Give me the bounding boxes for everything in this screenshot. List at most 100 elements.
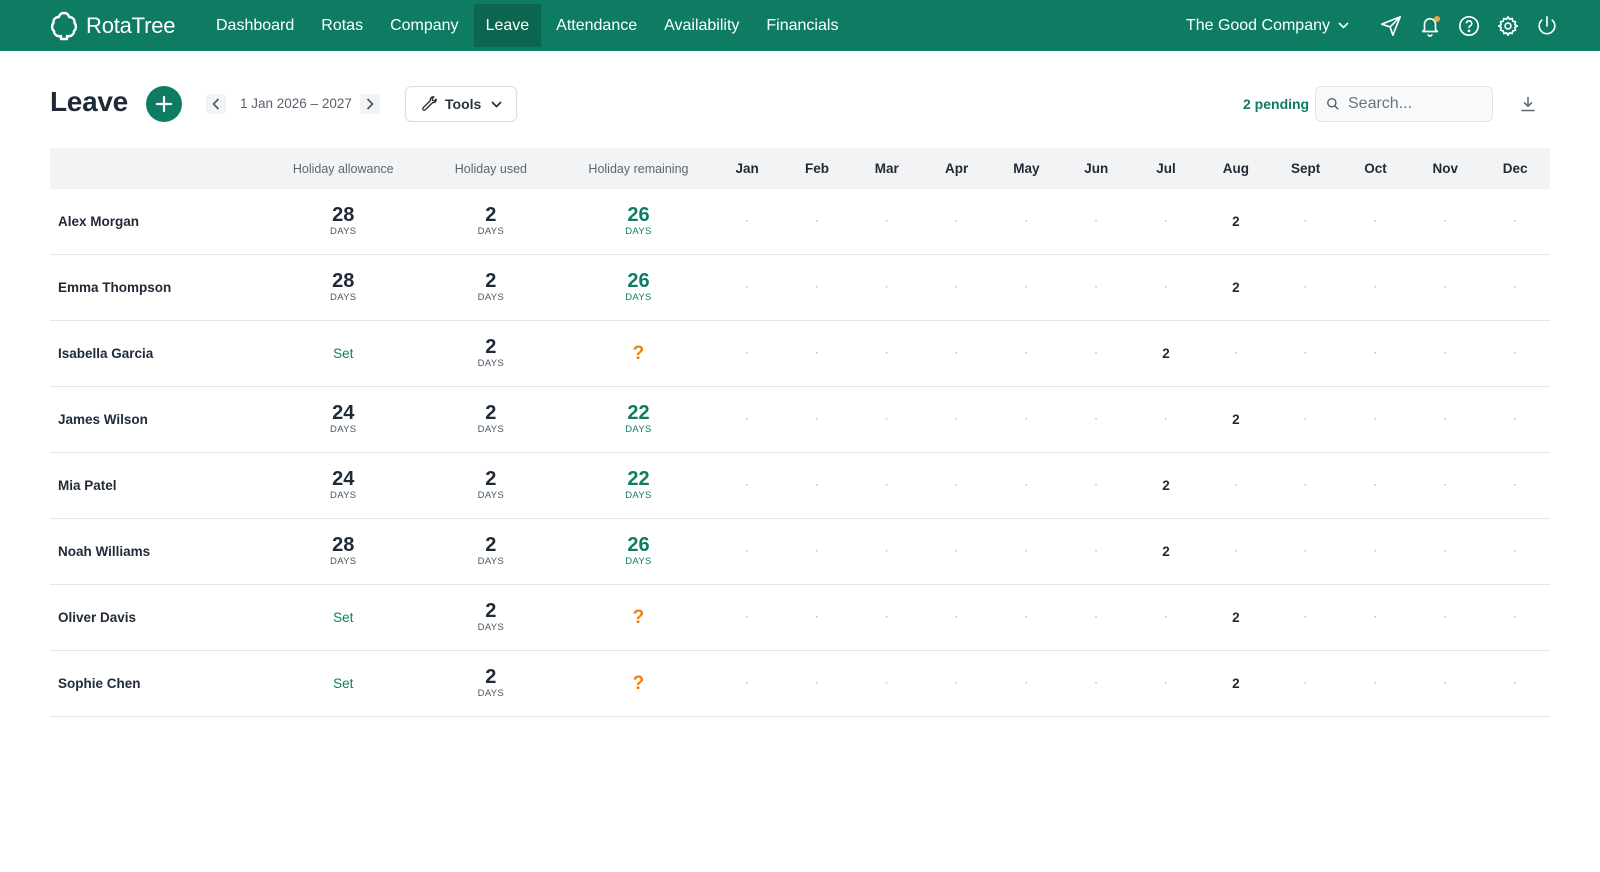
month-cell: ·: [745, 612, 749, 623]
header-month: Mar: [874, 161, 899, 176]
nav-leave[interactable]: Leave: [473, 4, 542, 47]
month-cell: ·: [1373, 348, 1378, 359]
table-row[interactable]: Sophie Chen Set 2 DAYS? · · · · · · · 2 · · · ·: [50, 651, 1550, 717]
month-cell: ·: [954, 480, 959, 491]
month-cell: ·: [1094, 414, 1098, 425]
employee-name[interactable]: Alex Morgan: [50, 214, 269, 229]
holiday-used-cell: 2 DAYS: [417, 535, 565, 568]
set-allowance-link[interactable]: Set: [333, 346, 353, 361]
employee-name[interactable]: Noah Williams: [50, 544, 269, 559]
previous-period-button[interactable]: [206, 94, 226, 114]
month-cell: ·: [1373, 546, 1378, 557]
month-cell: ·: [954, 282, 959, 293]
month-cell: ·: [1234, 348, 1238, 359]
holiday-used-cell: 2 DAYS: [417, 601, 565, 634]
tree-logo-icon: [50, 11, 78, 40]
holiday-used-value: 2: [485, 600, 497, 622]
days-unit: DAYS: [477, 358, 505, 369]
holiday-used-value: 2: [485, 336, 497, 358]
table-row[interactable]: Noah Williams 28 DAYS 2 DAYS 26 DAYS · · · · · · 2 · · ·…: [50, 519, 1550, 585]
month-cell[interactable]: 2: [1201, 280, 1271, 295]
holiday-used-cell: 2 DAYS: [417, 337, 565, 370]
nav-financials[interactable]: Financials: [754, 4, 850, 47]
employee-name[interactable]: Oliver Davis: [50, 610, 269, 625]
month-cell[interactable]: 2: [1201, 214, 1271, 229]
set-allowance-link[interactable]: Set: [333, 610, 353, 625]
month-cell: ·: [1443, 348, 1447, 359]
month-cell: ·: [1304, 414, 1308, 425]
employee-name[interactable]: Isabella Garcia: [50, 346, 269, 361]
table-row[interactable]: Emma Thompson 28 DAYS 2 DAYS 26 DAYS · · · · · · · 2 · ·…: [50, 255, 1550, 321]
holiday-used-value: 2: [485, 468, 497, 490]
days-unit: DAYS: [330, 226, 357, 237]
send-message-button[interactable]: [1371, 6, 1410, 45]
month-cell[interactable]: 2: [1131, 478, 1201, 493]
month-cell[interactable]: 2: [1201, 412, 1271, 427]
nav-attendance[interactable]: Attendance: [544, 4, 649, 47]
set-allowance-link[interactable]: Set: [333, 676, 353, 691]
days-unit: DAYS: [330, 490, 357, 501]
month-cell: ·: [954, 678, 959, 689]
month-cell: ·: [954, 414, 959, 425]
leave-table: Holiday allowance Holiday used Holiday r…: [50, 148, 1550, 717]
table-row[interactable]: Isabella Garcia Set 2 DAYS? · · · · · · 2 · · · · ·: [50, 321, 1550, 387]
holiday-used-cell: 2 DAYS: [417, 271, 565, 304]
month-cell: ·: [815, 348, 819, 359]
month-cell: ·: [1304, 282, 1308, 293]
month-cell: ·: [1024, 216, 1029, 227]
brand-logo[interactable]: RotaTree: [50, 11, 200, 41]
pending-requests-link[interactable]: 2 pending: [1243, 96, 1309, 112]
next-period-button[interactable]: [360, 94, 380, 114]
nav-rotas[interactable]: Rotas: [309, 4, 375, 47]
holiday-allowance-value: 24: [332, 402, 355, 424]
month-cell: ·: [1094, 612, 1098, 623]
table-row[interactable]: Alex Morgan 28 DAYS 2 DAYS 26 DAYS · · · · · · · 2 · · · ·: [50, 189, 1550, 255]
top-right-actions: The Good Company: [1186, 0, 1566, 51]
settings-button[interactable]: [1488, 6, 1527, 45]
table-row[interactable]: Oliver Davis Set 2 DAYS? · · · · · · · 2 · · · ·: [50, 585, 1550, 651]
add-leave-button[interactable]: [146, 86, 182, 122]
table-row[interactable]: James Wilson 24 DAYS 2 DAYS 22 DAYS · · · · · · · 2 · · ·…: [50, 387, 1550, 453]
holiday-remaining-value: 26: [627, 270, 650, 292]
holiday-used-cell: 2 DAYS: [417, 469, 565, 502]
logout-button[interactable]: [1527, 6, 1566, 45]
month-cell: ·: [1164, 414, 1168, 425]
header-month: Apr: [944, 161, 969, 176]
holiday-remaining-value: 26: [627, 534, 650, 556]
month-cell[interactable]: 2: [1131, 346, 1201, 361]
employee-name[interactable]: Sophie Chen: [50, 676, 269, 691]
month-cell: ·: [1024, 282, 1029, 293]
help-button[interactable]: [1449, 6, 1488, 45]
top-navigation-bar: RotaTree Dashboard Rotas Company Leave A…: [0, 0, 1600, 51]
company-switcher[interactable]: The Good Company: [1186, 17, 1349, 35]
notification-dot: [1434, 16, 1440, 22]
month-cell[interactable]: 2: [1201, 610, 1271, 625]
month-cell: ·: [1373, 678, 1378, 689]
month-cell: ·: [1304, 348, 1308, 359]
employee-name[interactable]: James Wilson: [50, 412, 269, 427]
days-unit: DAYS: [477, 292, 505, 303]
employee-name[interactable]: Mia Patel: [50, 478, 269, 493]
download-button[interactable]: [1518, 94, 1538, 114]
tools-dropdown-button[interactable]: Tools: [405, 86, 517, 122]
unknown-remaining-indicator: ?: [632, 606, 645, 628]
nav-availability[interactable]: Availability: [652, 4, 751, 47]
month-cell[interactable]: 2: [1131, 544, 1201, 559]
month-cell: ·: [885, 282, 889, 293]
notifications-button[interactable]: [1410, 6, 1449, 45]
month-cell: ·: [954, 546, 959, 557]
table-row[interactable]: Mia Patel 24 DAYS 2 DAYS 22 DAYS · · · · · · 2 · · · · ·: [50, 453, 1550, 519]
holiday-remaining-cell: 26 DAYS: [565, 271, 713, 304]
month-cell: ·: [954, 216, 959, 227]
month-cell: ·: [1024, 414, 1029, 425]
month-cell: ·: [1024, 612, 1029, 623]
employee-name[interactable]: Emma Thompson: [50, 280, 269, 295]
nav-dashboard[interactable]: Dashboard: [204, 4, 306, 47]
unknown-remaining-indicator: ?: [632, 672, 645, 694]
nav-company[interactable]: Company: [378, 4, 470, 47]
search-input[interactable]: [1348, 95, 1488, 113]
month-cell: ·: [745, 546, 749, 557]
month-cell: ·: [1304, 480, 1308, 491]
days-unit: DAYS: [625, 226, 652, 237]
month-cell[interactable]: 2: [1201, 676, 1271, 691]
